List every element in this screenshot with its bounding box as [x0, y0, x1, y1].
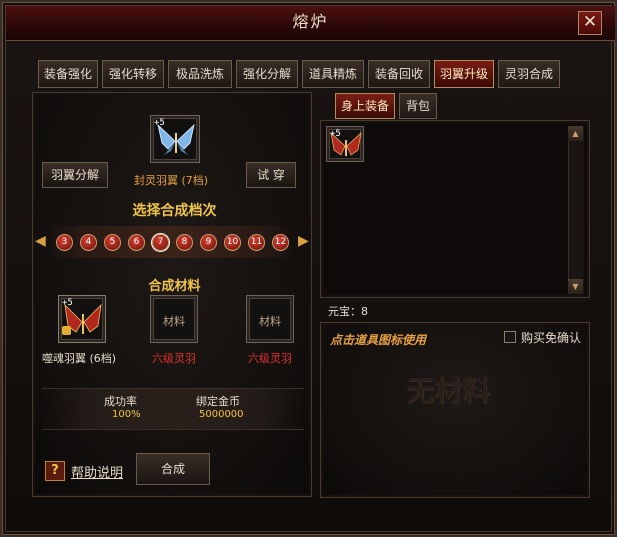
close-button[interactable]: ✕	[578, 11, 602, 35]
target-wing-slot[interactable]: +5	[150, 115, 200, 163]
tier-option-7[interactable]: 7	[152, 234, 169, 251]
tier-option-6[interactable]: 6	[128, 234, 145, 251]
tier-option-11[interactable]: 11	[248, 234, 265, 251]
scroll-down-icon[interactable]: ▼	[568, 279, 583, 294]
tier-option-4[interactable]: 4	[80, 234, 97, 251]
tier-option-5[interactable]: 5	[104, 234, 121, 251]
synthesize-button[interactable]: 合成	[136, 453, 210, 485]
material-name-wing: 噬魂羽翼 (6档)	[42, 352, 117, 365]
scroll-up-icon[interactable]: ▲	[568, 126, 583, 141]
tab-backpack[interactable]: 背包	[399, 93, 437, 119]
stats-bar	[42, 388, 304, 430]
tab-item-refine[interactable]: 道具精炼	[302, 60, 364, 88]
yuanbao-display: 元宝：8	[328, 303, 368, 319]
material-slot-wing[interactable]: +5	[58, 295, 106, 343]
material-name-feather-1: 六级灵羽	[152, 352, 196, 365]
tab-enhance-transfer[interactable]: 强化转移	[102, 60, 164, 88]
success-rate-value: 100%	[112, 409, 141, 420]
help-icon[interactable]: ?	[45, 461, 65, 481]
prev-tier-arrow[interactable]: ◀	[35, 233, 46, 249]
tier-option-3[interactable]: 3	[56, 234, 73, 251]
window-title: 熔炉	[292, 12, 329, 31]
buy-no-confirm-checkbox[interactable]	[504, 331, 516, 343]
buy-no-confirm-label: 购买免确认	[521, 331, 582, 345]
success-rate-label: 成功率	[104, 395, 137, 408]
tier-option-12[interactable]: 12	[272, 234, 289, 251]
material-slot-feather-1[interactable]: 材料	[150, 295, 198, 343]
tier-option-8[interactable]: 8	[176, 234, 193, 251]
try-on-button[interactable]: 试 穿	[246, 162, 296, 188]
use-item-hint: 点击道具图标使用	[330, 333, 427, 347]
tier-option-9[interactable]: 9	[200, 234, 217, 251]
enhance-level: +5	[154, 118, 165, 128]
help-link[interactable]: 帮助说明	[71, 462, 123, 481]
tab-equipped[interactable]: 身上装备	[335, 93, 395, 119]
lock-icon	[62, 326, 71, 335]
material-slot-feather-2[interactable]: 材料	[246, 295, 294, 343]
tab-equip-enhance[interactable]: 装备强化	[38, 60, 98, 88]
inventory-slot[interactable]: +5	[326, 126, 364, 162]
materials-title: 合成材料	[148, 279, 201, 294]
next-tier-arrow[interactable]: ▶	[298, 233, 309, 249]
material-name-feather-2: 六级灵羽	[248, 352, 292, 365]
tier-option-10[interactable]: 10	[224, 234, 241, 251]
material-placeholder: 材料	[163, 315, 185, 328]
bound-gold-label: 绑定金币	[196, 395, 240, 408]
inventory-scrollbar[interactable]	[568, 126, 584, 294]
shop-panel	[320, 322, 590, 498]
target-wing-name: 封灵羽翼 (7档)	[134, 174, 209, 187]
no-materials-text: 无材料	[406, 374, 491, 407]
furnace-window: 熔炉 ✕ 装备强化 强化转移 极品洗炼 强化分解 道具精炼 装备回收 羽翼升级 …	[0, 0, 617, 537]
tab-enhance-decompose[interactable]: 强化分解	[236, 60, 298, 88]
tab-refine-wash[interactable]: 极品洗炼	[168, 60, 232, 88]
select-tier-title: 选择合成档次	[132, 203, 217, 219]
yuanbao-value: 8	[361, 305, 368, 318]
tab-equip-recycle[interactable]: 装备回收	[368, 60, 430, 88]
wing-decompose-button[interactable]: 羽翼分解	[42, 162, 108, 188]
enhance-level: +5	[330, 129, 341, 139]
bound-gold-value: 5000000	[199, 409, 244, 420]
material-placeholder: 材料	[259, 315, 281, 328]
yuanbao-label: 元宝：	[328, 305, 361, 318]
tab-spirit-feather-synth[interactable]: 灵羽合成	[498, 60, 560, 88]
tab-wing-upgrade[interactable]: 羽翼升级	[434, 60, 494, 88]
enhance-level: +5	[62, 298, 73, 308]
